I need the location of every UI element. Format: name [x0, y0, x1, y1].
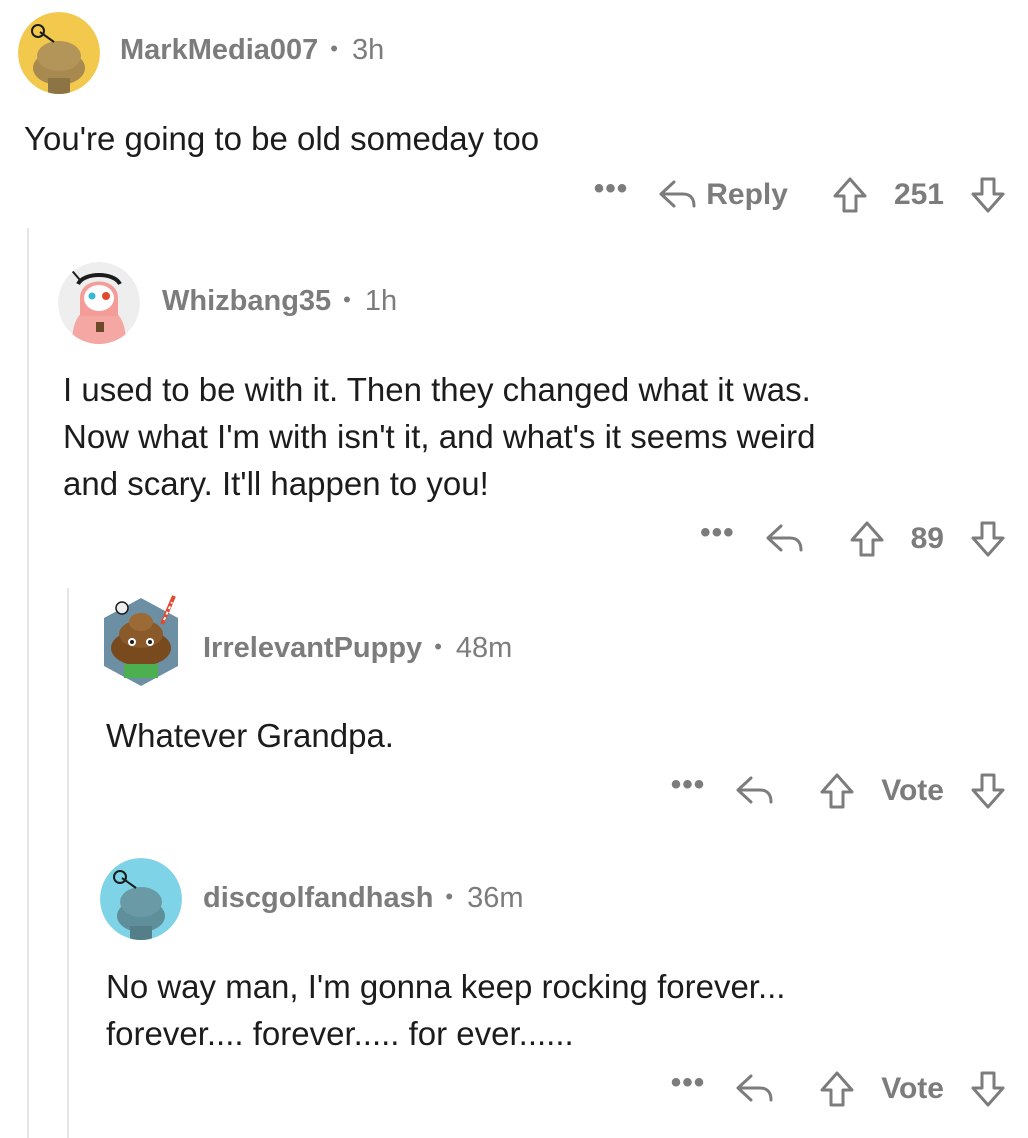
avatar-markmedia007[interactable] — [18, 12, 100, 94]
vote-score: Vote — [881, 774, 944, 807]
comment-body: I used to be with it. Then they changed … — [63, 371, 816, 502]
author-name[interactable]: MarkMedia007 — [120, 34, 318, 67]
thread-line-level-2[interactable] — [67, 588, 69, 1138]
vote-score: 89 — [910, 522, 944, 555]
vote-area: Vote — [819, 772, 1006, 810]
vote-score: 251 — [893, 178, 944, 211]
downvote-arrow-icon[interactable] — [970, 176, 1006, 214]
more-dots-icon[interactable]: ••• — [594, 172, 629, 206]
comment-actions: ••• 89 — [700, 516, 1006, 558]
reply-button[interactable]: Reply — [658, 178, 788, 212]
more-dots-icon[interactable]: ••• — [700, 516, 735, 550]
author-name[interactable]: discgolfandhash — [203, 882, 433, 915]
author-name[interactable]: Whizbang35 — [162, 285, 331, 318]
separator-dot: • — [343, 286, 351, 312]
reply-arrow-icon — [766, 524, 803, 552]
timestamp: 3h — [351, 34, 385, 66]
reply-button[interactable] — [735, 1072, 775, 1106]
separator-dot: • — [434, 633, 442, 659]
timestamp: 36m — [467, 882, 524, 914]
reply-button[interactable] — [765, 522, 805, 556]
thread-line-level-1[interactable] — [27, 228, 29, 1138]
vote-area: Vote — [819, 1070, 1006, 1108]
comment-header: discgolfandhash • 36m — [203, 882, 524, 915]
more-dots-icon[interactable]: ••• — [671, 768, 706, 802]
reply-arrow-icon — [736, 776, 773, 804]
vote-area: 89 — [849, 520, 1006, 558]
separator-dot: • — [330, 35, 338, 61]
comment-actions: ••• Vote — [671, 1066, 1006, 1108]
reply-button[interactable] — [735, 774, 775, 808]
comment-body: No way man, I'm gonna keep rocking forev… — [106, 968, 786, 1052]
vote-area: 251 — [832, 176, 1006, 214]
avatar-discgolfandhash[interactable] — [100, 858, 182, 940]
upvote-arrow-icon[interactable] — [819, 772, 855, 810]
comment-body: Whatever Grandpa. — [106, 717, 394, 754]
timestamp: 48m — [455, 632, 513, 664]
comment-header: Whizbang35 • 1h — [162, 285, 397, 318]
reply-arrow-icon — [659, 180, 696, 208]
downvote-arrow-icon[interactable] — [970, 772, 1006, 810]
separator-dot: • — [445, 883, 454, 909]
vote-score: Vote — [881, 1072, 944, 1105]
timestamp: 1h — [364, 285, 398, 317]
avatar-irrelevantpuppy[interactable] — [100, 594, 182, 690]
avatar-whizbang35[interactable] — [58, 262, 140, 344]
reply-arrow-icon — [736, 1074, 773, 1102]
upvote-arrow-icon[interactable] — [832, 176, 868, 214]
upvote-arrow-icon[interactable] — [819, 1070, 855, 1108]
comment-header: MarkMedia007 • 3h — [120, 34, 384, 67]
upvote-arrow-icon[interactable] — [849, 520, 885, 558]
comment-body: You're going to be old someday too — [24, 120, 540, 157]
downvote-arrow-icon[interactable] — [970, 520, 1006, 558]
more-dots-icon[interactable]: ••• — [671, 1066, 706, 1100]
comment-actions: ••• Reply 251 — [594, 172, 1006, 214]
comment-actions: ••• Vote — [671, 768, 1006, 810]
comment-header: IrrelevantPuppy • 48m — [203, 632, 512, 665]
downvote-arrow-icon[interactable] — [970, 1070, 1006, 1108]
author-name[interactable]: IrrelevantPuppy — [203, 632, 422, 665]
reply-label: Reply — [706, 178, 788, 211]
